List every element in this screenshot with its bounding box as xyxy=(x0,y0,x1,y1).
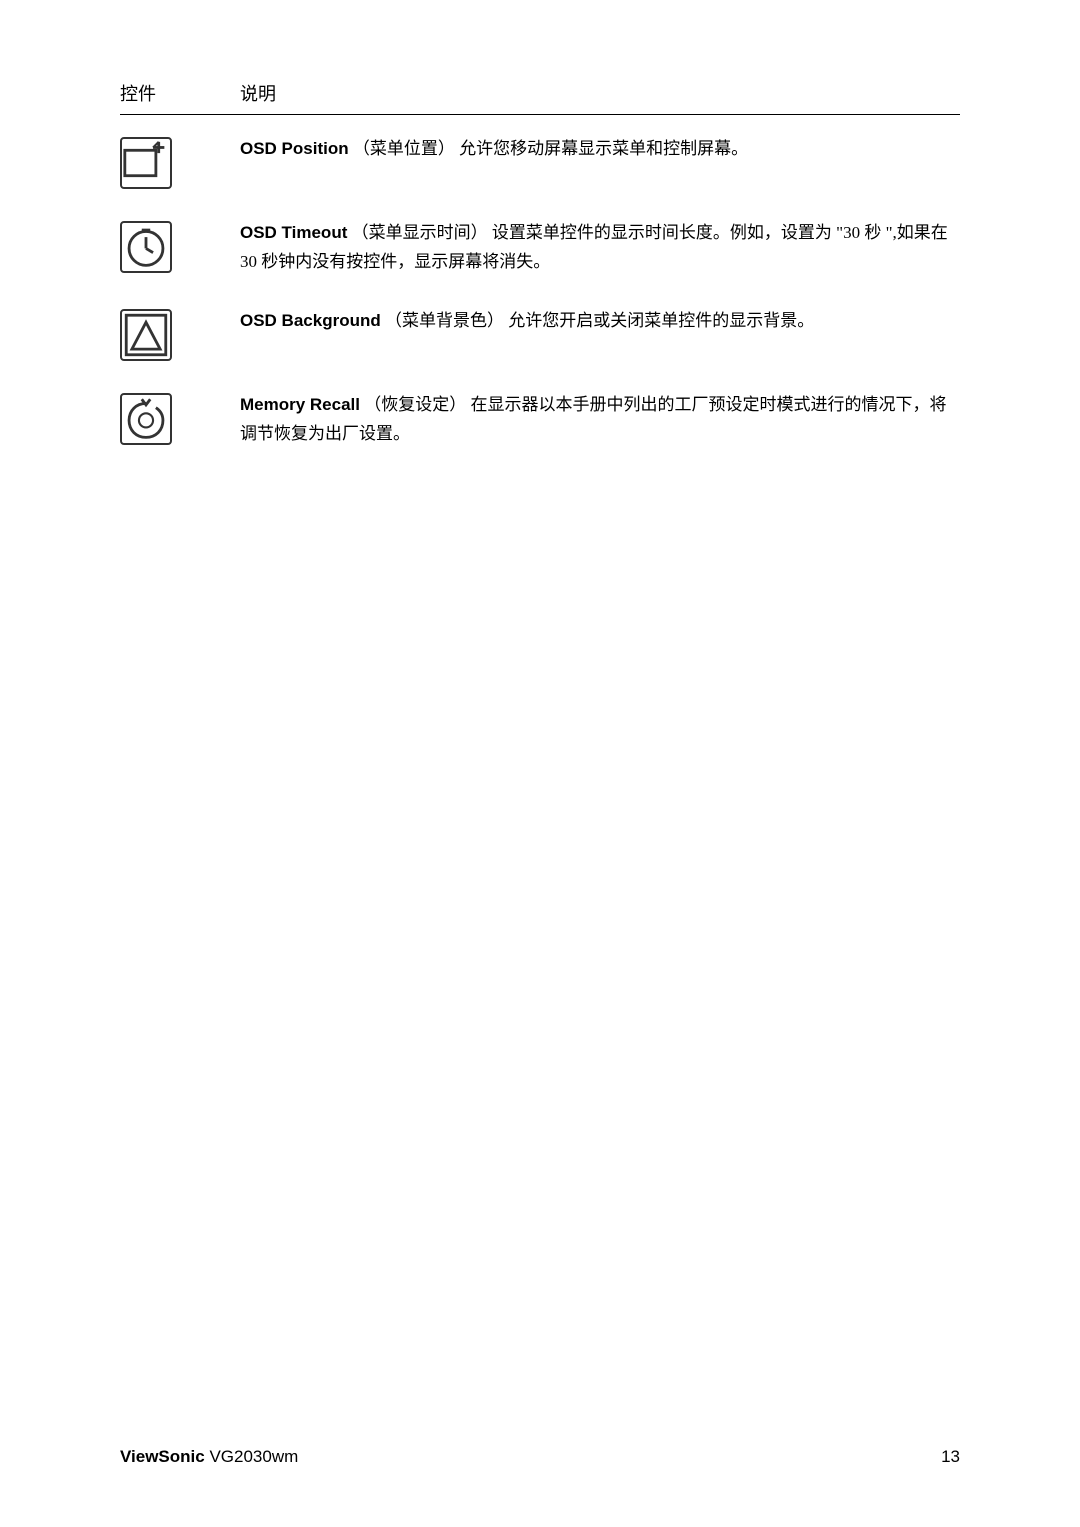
osd-timeout-description: OSD Timeout （菜单显示时间） 设置菜单控件的显示时间长度。例如，设置… xyxy=(240,219,960,277)
memory-recall-description: Memory Recall （恢复设定） 在显示器以本手册中列出的工厂预设定时模… xyxy=(240,391,960,449)
osd-position-svg xyxy=(122,139,170,187)
osd-background-svg xyxy=(122,311,170,359)
osd-position-description: OSD Position （菜单位置） 允许您移动屏幕显示菜单和控制屏幕。 xyxy=(240,135,960,164)
memory-recall-icon-cell xyxy=(120,391,240,445)
osd-background-desc-text: 允许您开启或关闭菜单控件的显示背景。 xyxy=(508,311,814,330)
table-row: Memory Recall （恢复设定） 在显示器以本手册中列出的工厂预设定时模… xyxy=(120,391,960,449)
osd-position-title-en: OSD Position xyxy=(240,139,349,158)
osd-position-title-cn: （菜单位置） xyxy=(353,139,455,158)
memory-recall-title-cn: （恢复设定） xyxy=(364,395,466,414)
table-rows: OSD Position （菜单位置） 允许您移动屏幕显示菜单和控制屏幕。 xyxy=(120,135,960,449)
osd-background-icon-cell xyxy=(120,307,240,361)
col-description-header: 说明 xyxy=(240,80,276,106)
memory-recall-title-en: Memory Recall xyxy=(240,395,360,414)
osd-background-icon xyxy=(120,309,172,361)
osd-timeout-svg xyxy=(122,223,170,271)
osd-timeout-title-cn: （菜单显示时间） xyxy=(352,223,488,242)
table-row: OSD Timeout （菜单显示时间） 设置菜单控件的显示时间长度。例如，设置… xyxy=(120,219,960,277)
footer: ViewSonic VG2030wm 13 xyxy=(120,1447,960,1467)
memory-recall-svg xyxy=(122,395,170,443)
footer-page-number: 13 xyxy=(941,1447,960,1467)
osd-background-title-en: OSD Background xyxy=(240,311,381,330)
osd-timeout-title-en: OSD Timeout xyxy=(240,223,347,242)
osd-background-title-cn: （菜单背景色） xyxy=(385,311,504,330)
col-control-header: 控件 xyxy=(120,80,240,106)
footer-brand: ViewSonic VG2030wm xyxy=(120,1447,298,1467)
osd-timeout-icon-cell xyxy=(120,219,240,273)
osd-timeout-icon xyxy=(120,221,172,273)
memory-recall-icon xyxy=(120,393,172,445)
osd-position-icon-cell xyxy=(120,135,240,189)
osd-timeout-desc-text: 设置菜单控件的显示时间长度。例如，设置为 "30 秒 ",如果在 30 秒钟内没… xyxy=(240,223,948,271)
osd-background-description: OSD Background （菜单背景色） 允许您开启或关闭菜单控件的显示背景… xyxy=(240,307,960,336)
osd-position-desc-text: 允许您移动屏幕显示菜单和控制屏幕。 xyxy=(459,139,748,158)
footer-brand-name: ViewSonic xyxy=(120,1447,205,1466)
table-row: OSD Background （菜单背景色） 允许您开启或关闭菜单控件的显示背景… xyxy=(120,307,960,361)
page-content: 控件 说明 OSD Position （ xyxy=(0,0,1080,1527)
table-header: 控件 说明 xyxy=(120,80,960,115)
osd-position-icon xyxy=(120,137,172,189)
footer-model: VG2030wm xyxy=(209,1447,298,1466)
table-row: OSD Position （菜单位置） 允许您移动屏幕显示菜单和控制屏幕。 xyxy=(120,135,960,189)
